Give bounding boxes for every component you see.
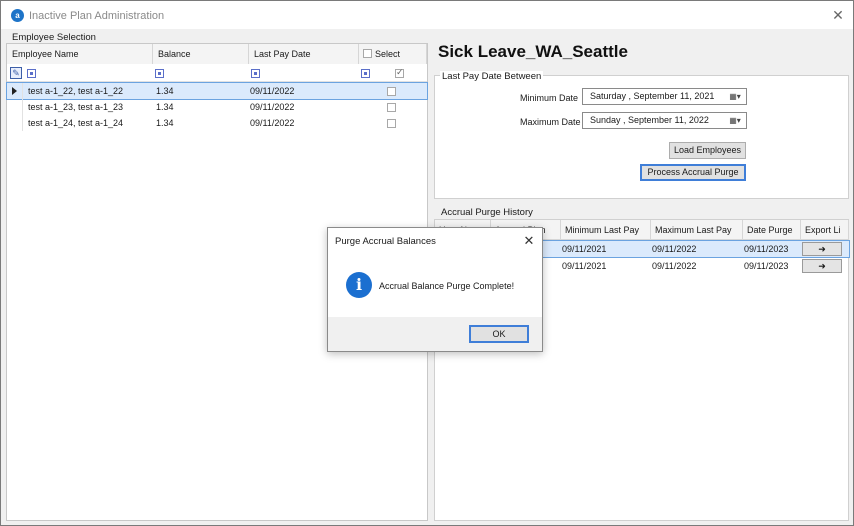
edit-filter-icon[interactable]: ✎ (10, 67, 22, 79)
ok-button[interactable]: OK (469, 325, 529, 343)
column-balance[interactable]: Balance (153, 44, 249, 64)
load-employees-button[interactable]: Load Employees (669, 142, 746, 159)
cell-employee-name: test a-1_23, test a-1_23 (28, 102, 124, 112)
purge-complete-dialog: Purge Accrual Balances ✕ i Accrual Balan… (327, 227, 543, 352)
minimum-date-value: Saturday , September 11, 2021 (590, 91, 715, 101)
column-maximum-last-pay[interactable]: Maximum Last Pay (651, 220, 743, 240)
process-accrual-purge-button[interactable]: Process Accrual Purge (640, 164, 746, 181)
row-select-checkbox[interactable] (387, 87, 396, 96)
current-row-arrow-icon (12, 87, 17, 95)
cell-last-pay: 09/11/2022 (250, 86, 295, 96)
minimum-date-label: Minimum Date (520, 93, 579, 103)
dialog-footer: OK (328, 317, 542, 351)
filter-balance-icon[interactable] (155, 69, 164, 78)
select-all-checkbox[interactable] (363, 49, 372, 58)
cell-date-purge: 09/11/2023 (744, 244, 789, 254)
maximum-date-picker[interactable]: Sunday , September 11, 2022 ▦▾ (582, 112, 747, 129)
employee-grid-header: Employee Name Balance Last Pay Date Sele… (7, 44, 427, 64)
plan-title: Sick Leave_WA_Seattle (438, 42, 628, 61)
column-minimum-last-pay[interactable]: Minimum Last Pay (561, 220, 651, 240)
row-header (7, 99, 23, 115)
row-header (7, 115, 23, 131)
cell-last-pay: 09/11/2022 (250, 118, 295, 128)
column-select-label: Select (375, 49, 401, 59)
title-bar: a Inactive Plan Administration ✕ (1, 1, 853, 29)
cell-balance: 1.34 (156, 86, 174, 96)
table-row[interactable]: test a-1_24, test a-1_24 1.34 09/11/2022 (7, 115, 427, 131)
filter-select-checkbox[interactable] (395, 67, 404, 78)
window-close-icon[interactable]: ✕ (829, 6, 847, 24)
employee-selection-label: Employee Selection (12, 32, 96, 43)
calendar-dropdown-icon[interactable]: ▦▾ (727, 91, 743, 102)
main-window: a Inactive Plan Administration ✕ Employe… (0, 0, 854, 526)
column-export[interactable]: Export Li (801, 220, 849, 240)
dialog-message: Accrual Balance Purge Complete! (379, 281, 515, 291)
cell-balance: 1.34 (156, 102, 174, 112)
dialog-title: Purge Accrual Balances (335, 236, 436, 247)
row-select-checkbox[interactable] (387, 103, 396, 112)
column-last-pay-date[interactable]: Last Pay Date (249, 44, 359, 64)
cell-min-last-pay: 09/11/2021 (562, 244, 607, 254)
row-header (7, 83, 23, 99)
row-select-checkbox[interactable] (387, 119, 396, 128)
cell-date-purge: 09/11/2023 (744, 261, 789, 271)
window-title: Inactive Plan Administration (29, 10, 165, 22)
cell-max-last-pay: 09/11/2022 (652, 261, 697, 271)
cell-max-last-pay: 09/11/2022 (652, 244, 697, 254)
maximum-date-value: Sunday , September 11, 2022 (590, 115, 709, 125)
column-date-purge[interactable]: Date Purge (743, 220, 801, 240)
filter-row (7, 65, 427, 82)
info-icon: i (346, 272, 372, 298)
dialog-close-icon[interactable]: ✕ (522, 233, 536, 249)
column-employee-name[interactable]: Employee Name (7, 44, 153, 64)
table-row[interactable]: test a-1_23, test a-1_23 1.34 09/11/2022 (7, 99, 427, 115)
cell-last-pay: 09/11/2022 (250, 102, 295, 112)
calendar-dropdown-icon[interactable]: ▦▾ (727, 115, 743, 126)
filter-select-icon[interactable] (361, 69, 370, 78)
column-select[interactable]: Select (359, 44, 427, 64)
accrual-purge-history-label: Accrual Purge History (441, 207, 533, 218)
table-row[interactable]: test a-1_22, test a-1_22 1.34 09/11/2022 (6, 82, 428, 100)
cell-min-last-pay: 09/11/2021 (562, 261, 607, 271)
last-pay-date-group-label: Last Pay Date Between (440, 71, 544, 82)
filter-name-icon[interactable] (27, 69, 36, 78)
cell-employee-name: test a-1_22, test a-1_22 (28, 86, 124, 96)
app-icon: a (11, 9, 24, 22)
filter-last-pay-icon[interactable] (251, 69, 260, 78)
export-icon-button[interactable]: ➜ (802, 242, 842, 256)
minimum-date-picker[interactable]: Saturday , September 11, 2021 ▦▾ (582, 88, 747, 105)
cell-balance: 1.34 (156, 118, 174, 128)
export-icon-button[interactable]: ➜ (802, 259, 842, 273)
maximum-date-label: Maximum Date (520, 117, 581, 127)
cell-employee-name: test a-1_24, test a-1_24 (28, 118, 124, 128)
